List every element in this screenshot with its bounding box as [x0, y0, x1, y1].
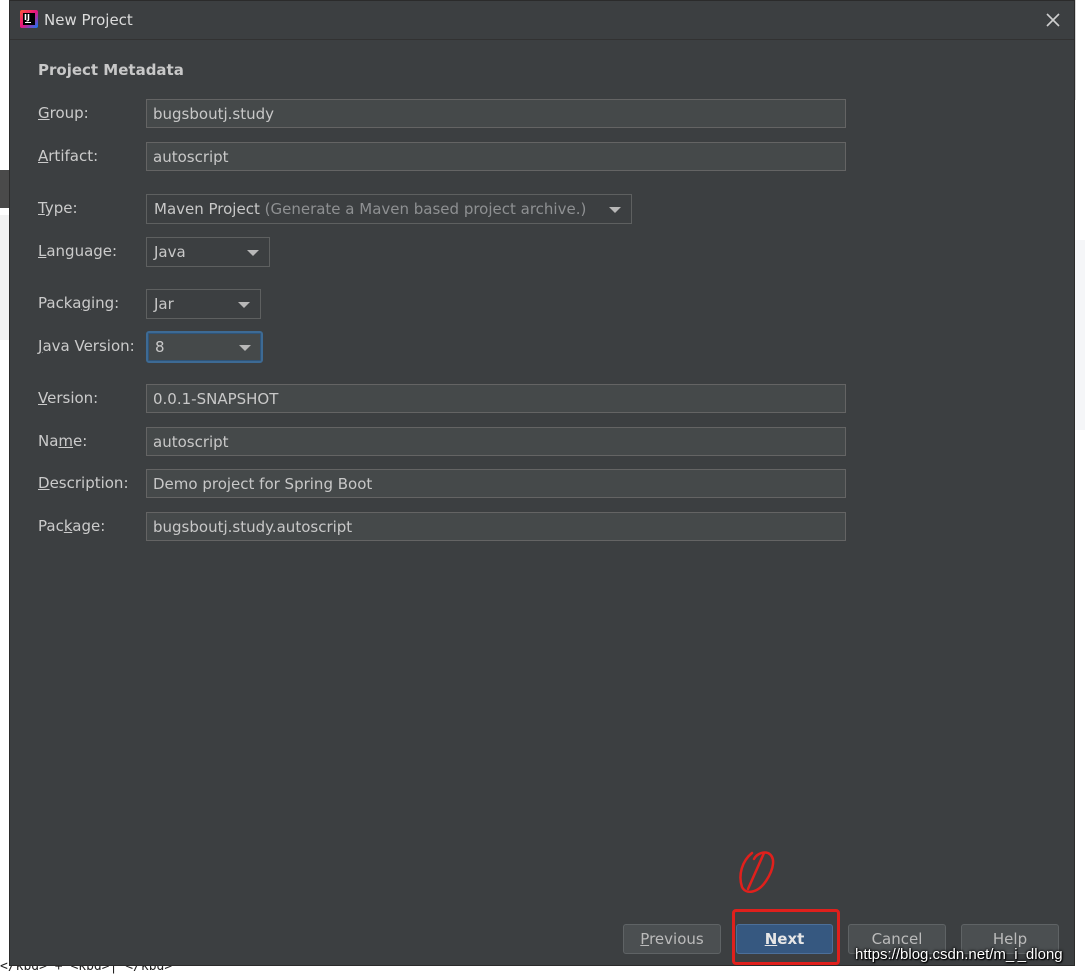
chevron-down-icon	[247, 250, 259, 256]
language-value: Java	[154, 243, 186, 261]
artifact-label: Artifact:	[38, 147, 99, 165]
close-icon	[1046, 13, 1060, 27]
name-field[interactable]	[146, 427, 846, 456]
version-label: Version:	[38, 389, 99, 407]
new-project-dialog: IJ New Project Project Metadata Group: A…	[9, 0, 1075, 966]
type-label: Type:	[38, 199, 78, 217]
background-page-left	[0, 0, 9, 975]
version-field[interactable]	[146, 384, 846, 413]
language-dropdown[interactable]: Java	[146, 237, 270, 267]
type-value: Maven Project	[154, 200, 260, 218]
section-title: Project Metadata	[38, 61, 184, 79]
packaging-dropdown[interactable]: Jar	[146, 289, 261, 319]
background-dark-block	[0, 170, 9, 208]
packaging-label: Packaging:	[38, 294, 120, 312]
description-field[interactable]	[146, 469, 846, 498]
group-field[interactable]	[146, 99, 846, 128]
type-hint: (Generate a Maven based project archive.…	[264, 200, 587, 218]
artifact-field[interactable]	[146, 142, 846, 171]
watermark: https://blog.csdn.net/m_i_dlong	[855, 946, 1063, 963]
type-dropdown[interactable]: Maven Project (Generate a Maven based pr…	[146, 194, 632, 224]
next-button-highlight	[732, 909, 840, 965]
chevron-down-icon	[238, 302, 250, 308]
annotation-step-mark	[739, 851, 775, 894]
description-label: Description:	[38, 474, 129, 492]
background-side-panel	[1075, 240, 1085, 430]
window-title: New Project	[44, 11, 133, 29]
title-bar: IJ New Project	[10, 1, 1074, 40]
package-label: Package:	[38, 517, 106, 535]
group-label: Group:	[38, 104, 89, 122]
background-page-right	[1075, 0, 1085, 975]
package-field[interactable]	[146, 512, 846, 541]
language-label: Language:	[38, 242, 118, 260]
java-version-label: Java Version:	[38, 337, 135, 355]
chevron-down-icon	[609, 207, 621, 213]
background-divider	[1075, 0, 1085, 100]
background-grey-block	[0, 215, 9, 340]
packaging-value: Jar	[154, 295, 174, 313]
intellij-idea-icon: IJ	[20, 10, 38, 28]
name-label: Name:	[38, 432, 88, 450]
java-version-dropdown[interactable]: 8	[146, 331, 263, 363]
close-button[interactable]	[1040, 7, 1066, 33]
chevron-down-icon	[239, 345, 251, 351]
java-version-value: 8	[155, 338, 165, 356]
previous-button[interactable]: Previous	[623, 924, 721, 954]
